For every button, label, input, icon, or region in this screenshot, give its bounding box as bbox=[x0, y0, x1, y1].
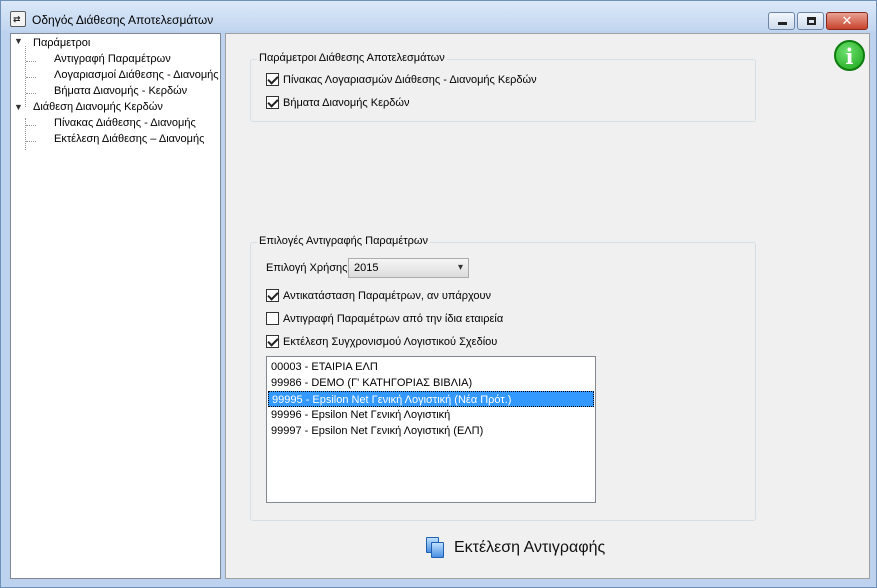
close-icon: ✕ bbox=[841, 13, 853, 28]
checkbox-replace-params[interactable]: Αντικατάσταση Παραμέτρων, αν υπάρχουν bbox=[266, 289, 491, 302]
year-value: 2015 bbox=[354, 262, 379, 274]
checkbox-box[interactable] bbox=[266, 312, 279, 325]
checkbox-steps[interactable]: Βήματα Διανομής Κερδών bbox=[266, 96, 409, 109]
tree-node-parameters[interactable]: Παράμετροι bbox=[33, 37, 90, 49]
tree-node-run-distribution[interactable]: Εκτέλεση Διάθεσης – Διανομής bbox=[54, 133, 204, 145]
tree-node-copy-parameters[interactable]: Αντιγραφή Παραμέτρων bbox=[54, 53, 171, 65]
list-item[interactable]: 99996 - Epsilon Net Γενική Λογιστική bbox=[268, 407, 594, 423]
checkbox-box[interactable] bbox=[266, 289, 279, 302]
tree-node-accounts[interactable]: Λογαριασμοί Διάθεσης - Διανομής bbox=[54, 69, 219, 81]
checkbox-same-company[interactable]: Αντιγραφή Παραμέτρων από την ίδια εταιρε… bbox=[266, 312, 503, 325]
checkbox-accounts-table[interactable]: Πίνακας Λογαριασμών Διάθεσης - Διανομής … bbox=[266, 73, 537, 86]
maximize-icon bbox=[807, 17, 816, 25]
arrows-icon: ⇄ bbox=[10, 11, 26, 27]
year-select[interactable]: 2015 ▾ bbox=[348, 258, 469, 278]
checkbox-label: Εκτέλεση Συγχρονισμού Λογιστικού Σχεδίου bbox=[283, 335, 498, 348]
info-icon[interactable]: i bbox=[834, 40, 865, 71]
checkbox-label: Αντιγραφή Παραμέτρων από την ίδια εταιρε… bbox=[283, 312, 504, 325]
copy-group-title: Επιλογές Αντιγραφής Παραμέτρων bbox=[257, 235, 430, 247]
checkbox-box[interactable] bbox=[266, 335, 279, 348]
tree-node-profit-distribution[interactable]: Διάθεση Διανομής Κερδών bbox=[33, 101, 163, 113]
maximize-button[interactable] bbox=[797, 12, 824, 30]
checkbox-label: Αντικατάσταση Παραμέτρων, αν υπάρχουν bbox=[283, 289, 492, 302]
main-panel: i Παράμετροι Διάθεσης Αποτελεσμάτων Πίνα… bbox=[225, 33, 870, 579]
run-copy-button[interactable]: Εκτέλεση Αντιγραφής bbox=[426, 534, 605, 562]
title-bar: ⇄ Οδηγός Διάθεσης Αποτελεσμάτων ✕ bbox=[1, 1, 876, 31]
wizard-window: ⇄ Οδηγός Διάθεσης Αποτελεσμάτων ✕ ▼ Παρά… bbox=[0, 0, 877, 588]
params-group: Παράμετροι Διάθεσης Αποτελεσμάτων Πίνακα… bbox=[250, 52, 756, 122]
minimize-button[interactable] bbox=[768, 12, 795, 30]
copy-options-group: Επιλογές Αντιγραφής Παραμέτρων Επιλογή Χ… bbox=[250, 235, 756, 521]
year-label: Επιλογή Χρήσης bbox=[266, 262, 348, 274]
tree-node-steps[interactable]: Βήματα Διανομής - Κερδών bbox=[54, 85, 187, 97]
list-item[interactable]: 99986 - DEMO (Γ' ΚΑΤΗΓΟΡΙΑΣ ΒΙΒΛΙΑ) bbox=[268, 375, 594, 391]
list-item[interactable]: 99997 - Epsilon Net Γενική Λογιστική (ΕΛ… bbox=[268, 423, 594, 439]
list-item[interactable]: 00003 - ΕΤΑΙΡΙΑ ΕΛΠ bbox=[268, 359, 594, 375]
companies-list[interactable]: 00003 - ΕΤΑΙΡΙΑ ΕΛΠ 99986 - DEMO (Γ' ΚΑΤ… bbox=[266, 356, 596, 503]
window-title: Οδηγός Διάθεσης Αποτελεσμάτων bbox=[32, 13, 214, 27]
checkbox-sync-chart[interactable]: Εκτέλεση Συγχρονισμού Λογιστικού Σχεδίου bbox=[266, 335, 497, 348]
close-button[interactable]: ✕ bbox=[826, 12, 868, 30]
collapse-arrow-icon[interactable]: ▼ bbox=[14, 102, 23, 112]
checkbox-box[interactable] bbox=[266, 96, 279, 109]
run-copy-label: Εκτέλεση Αντιγραφής bbox=[454, 539, 606, 556]
navigation-tree: ▼ Παράμετροι Αντιγραφή Παραμέτρων Λογαρι… bbox=[10, 33, 221, 579]
chevron-down-icon: ▾ bbox=[457, 262, 463, 273]
params-group-title: Παράμετροι Διάθεσης Αποτελεσμάτων bbox=[257, 52, 447, 64]
checkbox-box[interactable] bbox=[266, 73, 279, 86]
tree-node-distribution-table[interactable]: Πίνακας Διάθεσης - Διανομής bbox=[54, 117, 196, 129]
copy-icon bbox=[426, 537, 446, 559]
checkbox-label: Βήματα Διανομής Κερδών bbox=[283, 96, 410, 109]
minimize-icon bbox=[778, 22, 787, 25]
collapse-arrow-icon[interactable]: ▼ bbox=[14, 36, 23, 46]
list-item-selected[interactable]: 99995 - Epsilon Net Γενική Λογιστική (Νέ… bbox=[268, 391, 594, 407]
checkbox-label: Πίνακας Λογαριασμών Διάθεσης - Διανομής … bbox=[283, 73, 537, 86]
